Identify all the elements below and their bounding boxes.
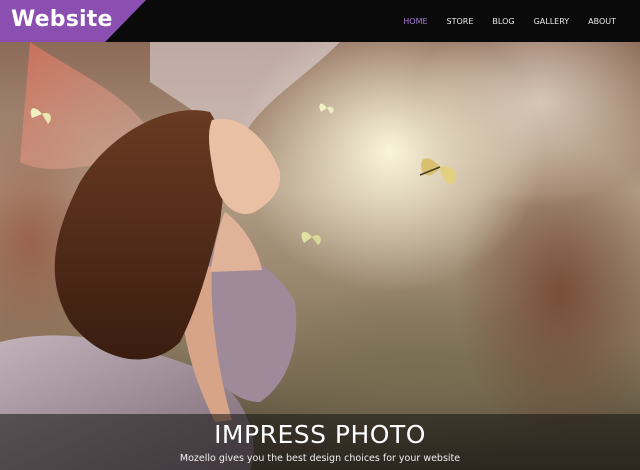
- site-logo-text[interactable]: Website: [11, 7, 113, 32]
- hero-title: IMPRESS PHOTO: [214, 420, 426, 449]
- butterfly-icon: [301, 231, 321, 245]
- hero-subtitle: Mozello gives you the best design choice…: [179, 453, 461, 464]
- nav-gallery[interactable]: GALLERY: [534, 17, 570, 26]
- nav-about[interactable]: ABOUT: [588, 17, 616, 26]
- hero-illustration: [0, 42, 457, 470]
- butterfly-icon: [419, 158, 457, 184]
- site-header: Website HOME STORE BLOG GALLERY ABOUT: [0, 0, 640, 42]
- butterfly-icon: [319, 103, 334, 114]
- main-nav: HOME STORE BLOG GALLERY ABOUT: [384, 0, 616, 42]
- nav-store[interactable]: STORE: [447, 17, 474, 26]
- hero-image: [0, 42, 640, 470]
- nav-blog[interactable]: BLOG: [492, 17, 514, 26]
- nav-home[interactable]: HOME: [403, 17, 427, 26]
